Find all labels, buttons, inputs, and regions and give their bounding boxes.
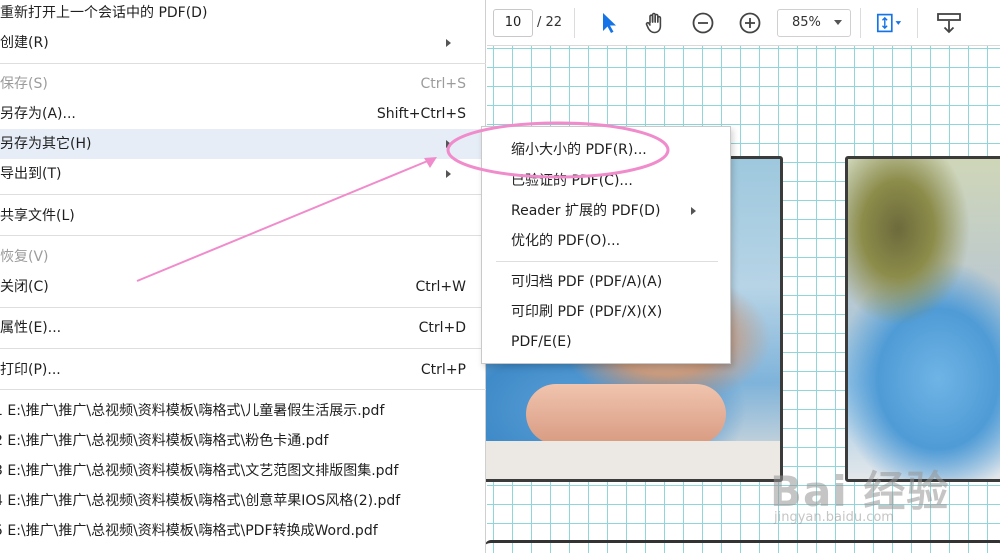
recent-file-item[interactable]: 4 E:\推广\推广\总视频\资料模板\嗨格式\创意苹果IOS风格(2).pdf [0, 486, 480, 516]
menu-item-label: 共享文件(L) [0, 208, 75, 224]
chevron-right-icon [691, 207, 696, 215]
submenu-item-label: Reader 扩展的 PDF(D) [511, 203, 661, 219]
submenu-item-label: 优化的 PDF(O)... [511, 233, 621, 249]
menu-item-label: 恢复(V) [0, 249, 49, 265]
submenu-item-label: PDF/E(E) [511, 334, 572, 350]
menu-separator [0, 348, 486, 349]
menu-item-save-as[interactable]: 另存为(A)... Shift+Ctrl+S [0, 99, 486, 129]
menu-item-label: 保存(S) [0, 76, 48, 92]
submenu-item-certified-pdf[interactable]: 已验证的 PDF(C)... [482, 166, 730, 196]
photo-hand-shape [526, 384, 726, 444]
submenu-item-label: 已验证的 PDF(C)... [511, 173, 633, 189]
zoom-out-icon[interactable] [689, 9, 717, 37]
menu-item-label: 创建(R) [0, 35, 49, 51]
document-photo-right [845, 156, 1000, 482]
menu-item-label: 另存为(A)... [0, 106, 76, 122]
recent-file-item[interactable]: 3 E:\推广\推广\总视频\资料模板\嗨格式\文艺范图文排版图集.pdf [0, 456, 480, 486]
recent-file-item[interactable]: 1 E:\推广\推广\总视频\资料模板\嗨格式\儿童暑假生活展示.pdf [0, 396, 480, 426]
submenu-item-pdf-x[interactable]: 可印刷 PDF (PDF/X)(X) [482, 297, 730, 327]
menu-separator [0, 194, 486, 195]
submenu-item-reduced-size-pdf[interactable]: 缩小大小的 PDF(R)... [482, 135, 730, 165]
page-fit-icon[interactable] [875, 9, 903, 37]
menu-item-save[interactable]: 保存(S) Ctrl+S [0, 69, 486, 99]
menu-item-shortcut: Shift+Ctrl+S [376, 106, 466, 122]
zoom-level-dropdown[interactable]: 85% [777, 9, 851, 37]
menu-item-shortcut: Ctrl+D [418, 320, 466, 336]
menu-item-reopen-session[interactable]: 重新打开上一个会话中的 PDF(D) [0, 0, 486, 28]
toolbar: 10 / 22 85% [487, 0, 1000, 46]
menu-item-label: 属性(E)... [0, 320, 62, 336]
submenu-separator [496, 261, 718, 262]
zoom-in-icon[interactable] [736, 9, 764, 37]
menu-item-export-to[interactable]: 导出到(T) [0, 159, 486, 189]
menu-item-label: 打印(P)... [0, 362, 61, 378]
submenu-item-label: 可归档 PDF (PDF/A)(A) [511, 274, 663, 290]
chevron-right-icon [446, 39, 451, 47]
save-as-other-submenu: 缩小大小的 PDF(R)... 已验证的 PDF(C)... Reader 扩展… [481, 126, 731, 364]
menu-separator [0, 63, 486, 64]
watermark: Bai 经验 jingyan.baidu.com [770, 458, 995, 548]
menu-separator [0, 235, 486, 236]
menu-item-shortcut: Ctrl+W [415, 279, 466, 295]
recent-file-item[interactable]: 2 E:\推广\推广\总视频\资料模板\嗨格式\粉色卡通.pdf [0, 426, 480, 456]
submenu-item-pdf-e[interactable]: PDF/E(E) [482, 327, 730, 357]
page-number-input[interactable]: 10 [493, 9, 533, 37]
menu-item-save-as-other[interactable]: 另存为其它(H) [0, 129, 486, 159]
page-total-label: / 22 [537, 15, 563, 30]
menu-item-create[interactable]: 创建(R) [0, 28, 486, 58]
submenu-item-reader-extended-pdf[interactable]: Reader 扩展的 PDF(D) [482, 196, 730, 226]
menu-item-close[interactable]: 关闭(C) Ctrl+W [0, 272, 486, 302]
menu-item-properties[interactable]: 属性(E)... Ctrl+D [0, 313, 486, 343]
submenu-item-label: 缩小大小的 PDF(R)... [511, 142, 647, 158]
menu-separator [0, 307, 486, 308]
menu-item-label: 导出到(T) [0, 166, 62, 182]
download-icon[interactable] [935, 9, 963, 37]
recent-file-item[interactable]: 5 E:\推广\推广\总视频\资料模板\嗨格式\PDF转换成Word.pdf [0, 516, 480, 546]
chevron-right-icon [446, 140, 451, 148]
menu-item-label: 重新打开上一个会话中的 PDF(D) [0, 5, 208, 21]
toolbar-divider [917, 8, 918, 38]
submenu-item-optimized-pdf[interactable]: 优化的 PDF(O)... [482, 226, 730, 256]
file-menu: 重新打开上一个会话中的 PDF(D) 创建(R) 保存(S) Ctrl+S 另存… [0, 0, 486, 553]
menu-item-shortcut: Ctrl+P [420, 362, 466, 378]
menu-item-print[interactable]: 打印(P)... Ctrl+P [0, 355, 486, 385]
menu-item-share-file[interactable]: 共享文件(L) [0, 201, 486, 231]
menu-separator [0, 389, 486, 390]
menu-item-label: 另存为其它(H) [0, 136, 92, 152]
hand-tool-icon[interactable] [641, 9, 669, 37]
menu-item-revert[interactable]: 恢复(V) [0, 242, 486, 272]
submenu-item-pdf-a[interactable]: 可归档 PDF (PDF/A)(A) [482, 267, 730, 297]
zoom-level-value: 85% [792, 15, 821, 30]
chevron-right-icon [446, 170, 451, 178]
photo-paper-shape [486, 441, 780, 479]
toolbar-divider [574, 8, 575, 38]
chevron-down-icon [834, 20, 842, 25]
menu-item-label: 关闭(C) [0, 279, 49, 295]
select-arrow-icon[interactable] [595, 9, 623, 37]
menu-item-shortcut: Ctrl+S [420, 76, 466, 92]
toolbar-divider [860, 8, 861, 38]
submenu-item-label: 可印刷 PDF (PDF/X)(X) [511, 304, 663, 320]
watermark-url: jingyan.baidu.com [774, 510, 894, 525]
